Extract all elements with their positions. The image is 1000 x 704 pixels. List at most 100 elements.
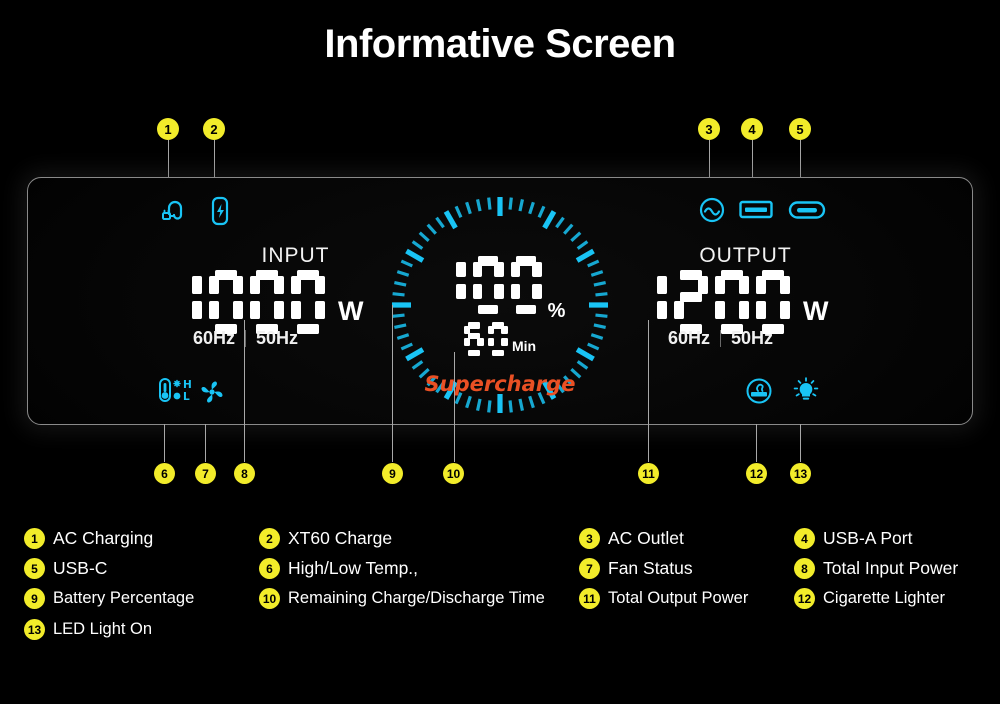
legend-item-3[interactable]: 3 AC Outlet: [579, 528, 794, 549]
svg-text:H: H: [183, 379, 192, 391]
input-heading: INPUT: [261, 244, 330, 267]
page-title: Informative Screen: [324, 22, 676, 66]
callout-badge-11[interactable]: 11: [638, 463, 659, 484]
legend-label-12: Cigarette Lighter: [823, 589, 945, 607]
informative-screen-page: Informative Screen 1 2 3 4 5 INPUT W 60H…: [0, 0, 1000, 704]
output-frequency-row: 60Hz 50Hz: [658, 328, 783, 349]
legend-item-7[interactable]: 7 Fan Status: [579, 558, 794, 579]
svg-text:L: L: [183, 391, 190, 403]
legend-item-9[interactable]: 9 Battery Percentage: [24, 588, 259, 609]
high-low-temp-icon[interactable]: H L: [156, 376, 204, 411]
remaining-time-group: Min: [369, 322, 631, 356]
supercharge-status-label: Supercharge: [424, 372, 576, 396]
seven-segment-digit: [435, 256, 466, 314]
legend-row-2: 5 USB-C 6 High/Low Temp., 7 Fan Status 8…: [24, 558, 984, 588]
callout-leader-11: [648, 320, 649, 462]
seven-segment-digit: [291, 270, 325, 334]
seven-segment-digit: [168, 270, 202, 334]
input-power-value: [168, 270, 325, 334]
ac-charging-icon[interactable]: [157, 196, 187, 231]
battery-percent-group: %: [369, 256, 631, 323]
output-freq-50[interactable]: 50Hz: [721, 328, 783, 349]
xt60-charge-icon[interactable]: [205, 195, 235, 232]
seven-segment-digit: [756, 270, 790, 334]
callout-badge-1[interactable]: 1: [157, 118, 179, 140]
legend-row-4: 13 LED Light On: [24, 619, 984, 649]
callout-badge-8[interactable]: 8: [234, 463, 255, 484]
seven-segment-digit: [633, 270, 667, 334]
legend-label-6: High/Low Temp.,: [288, 558, 419, 578]
legend-badge-2: 2: [259, 528, 280, 549]
seven-segment-digit: [510, 256, 542, 314]
usb-a-port-icon[interactable]: [738, 198, 774, 227]
callout-leader-6: [164, 424, 165, 462]
legend-item-6[interactable]: 6 High/Low Temp.,: [259, 558, 579, 579]
callout-badge-9[interactable]: 9: [382, 463, 403, 484]
legend-label-4: USB-A Port: [823, 528, 913, 548]
legend-item-11[interactable]: 11 Total Output Power: [579, 588, 794, 609]
legend-item-2[interactable]: 2 XT60 Charge: [259, 528, 579, 549]
callout-badge-4[interactable]: 4: [741, 118, 763, 140]
input-freq-60[interactable]: 60Hz: [183, 328, 245, 349]
legend-label-10: Remaining Charge/Discharge Time: [288, 589, 545, 607]
output-power-value: [633, 270, 790, 334]
legend-item-5[interactable]: 5 USB-C: [24, 558, 259, 579]
legend-badge-13: 13: [24, 619, 45, 640]
callout-badge-13[interactable]: 13: [790, 463, 811, 484]
led-light-icon[interactable]: [790, 374, 822, 411]
legend-label-1: AC Charging: [53, 528, 154, 548]
battery-percent-unit: %: [547, 300, 566, 322]
seven-segment-digit: [250, 270, 284, 334]
legend-badge-1: 1: [24, 528, 45, 549]
callout-badge-3[interactable]: 3: [698, 118, 720, 140]
output-heading: OUTPUT: [699, 244, 792, 267]
callout-leader-10: [454, 352, 455, 462]
legend-label-11: Total Output Power: [608, 589, 749, 607]
legend-item-4[interactable]: 4 USB-A Port: [794, 528, 912, 549]
legend-item-10[interactable]: 10 Remaining Charge/Discharge Time: [259, 588, 579, 609]
input-power-unit: W: [338, 296, 364, 326]
input-freq-50[interactable]: 50Hz: [246, 328, 308, 349]
output-freq-60[interactable]: 60Hz: [658, 328, 720, 349]
legend-row-1: 1 AC Charging 2 XT60 Charge 3 AC Outlet …: [24, 528, 984, 558]
seven-segment-digit: [472, 256, 504, 314]
cigarette-lighter-icon[interactable]: [744, 376, 774, 411]
legend-label-2: XT60 Charge: [288, 528, 393, 548]
callout-badge-7[interactable]: 7: [195, 463, 216, 484]
legend-label-5: USB-C: [53, 558, 108, 578]
remaining-time-value: [463, 322, 508, 356]
callout-badge-6[interactable]: 6: [154, 463, 175, 484]
fan-status-icon[interactable]: [198, 378, 226, 411]
input-frequency-row: 60Hz 50Hz: [183, 328, 308, 349]
callout-leader-8: [244, 320, 245, 462]
legend-label-8: Total Input Power: [823, 558, 959, 578]
seven-segment-digit: [715, 270, 749, 334]
ac-outlet-icon[interactable]: [697, 195, 727, 230]
legend-label-3: AC Outlet: [608, 528, 684, 548]
output-power-value-group: W: [633, 270, 828, 334]
legend-item-12[interactable]: 12 Cigarette Lighter: [794, 588, 945, 609]
callout-badge-12[interactable]: 12: [746, 463, 767, 484]
output-power-unit: W: [803, 296, 829, 326]
legend-label-7: Fan Status: [608, 558, 693, 578]
legend-badge-6: 6: [259, 558, 280, 579]
callout-leader-13: [800, 424, 801, 462]
battery-percent-value: [435, 256, 542, 314]
device-display-panel: INPUT W 60Hz 50Hz OUTPUT W 60Hz 50Hz % M…: [27, 177, 973, 425]
legend-item-1[interactable]: 1 AC Charging: [24, 528, 259, 549]
legend-item-13[interactable]: 13 LED Light On: [24, 619, 152, 640]
callout-badge-5[interactable]: 5: [789, 118, 811, 140]
seven-segment-digit: [209, 270, 243, 334]
usb-c-port-icon[interactable]: [788, 199, 826, 226]
seven-segment-digit: [487, 322, 508, 356]
callout-leader-7: [205, 424, 206, 462]
legend-badge-3: 3: [579, 528, 600, 549]
legend-row-3: 9 Battery Percentage 10 Remaining Charge…: [24, 588, 984, 619]
legend-label-9: Battery Percentage: [53, 589, 195, 607]
seven-segment-digit: [463, 322, 484, 356]
callout-badge-2[interactable]: 2: [203, 118, 225, 140]
legend-item-8[interactable]: 8 Total Input Power: [794, 558, 958, 579]
legend-badge-4: 4: [794, 528, 815, 549]
callout-badge-10[interactable]: 10: [443, 463, 464, 484]
legend: 1 AC Charging 2 XT60 Charge 3 AC Outlet …: [24, 528, 984, 649]
